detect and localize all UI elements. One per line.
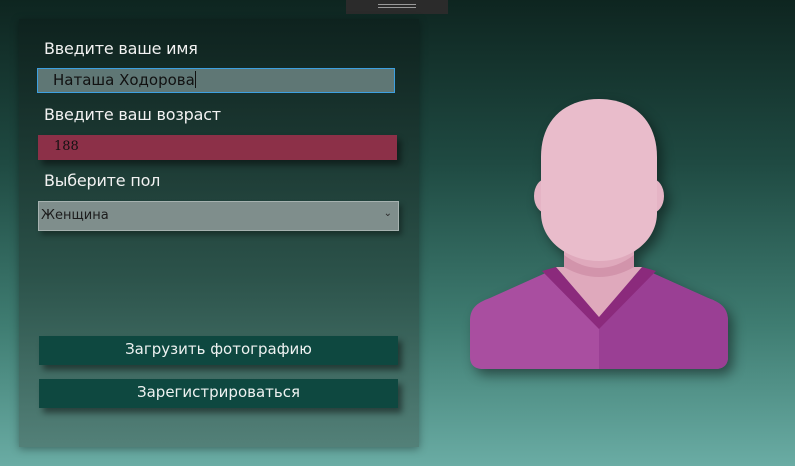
age-label: Введите ваш возраст xyxy=(44,105,221,124)
chevron-down-icon: ⌄ xyxy=(383,208,392,219)
name-label: Введите ваше имя xyxy=(44,39,198,58)
age-input-value: 188 xyxy=(54,139,79,154)
sex-select-value: Женщина xyxy=(41,208,109,223)
avatar-head xyxy=(541,99,657,261)
name-input-value: Наташа Ходорова xyxy=(53,71,195,89)
register-button[interactable]: Зарегистрироваться xyxy=(39,379,398,408)
sex-select[interactable]: Женщина ⌄ xyxy=(38,201,399,231)
name-input[interactable]: Наташа Ходорова xyxy=(37,68,395,93)
grip-line xyxy=(378,7,416,8)
text-caret xyxy=(194,71,196,88)
registration-panel: Введите ваше имя Наташа Ходорова Введите… xyxy=(19,19,419,447)
window-drag-handle[interactable] xyxy=(346,0,448,14)
user-avatar-icon xyxy=(470,99,728,369)
age-input[interactable]: 188 xyxy=(38,135,397,160)
upload-photo-button[interactable]: Загрузить фотографию xyxy=(39,336,398,365)
grip-line xyxy=(378,4,416,5)
sex-label: Выберите пол xyxy=(44,171,161,190)
